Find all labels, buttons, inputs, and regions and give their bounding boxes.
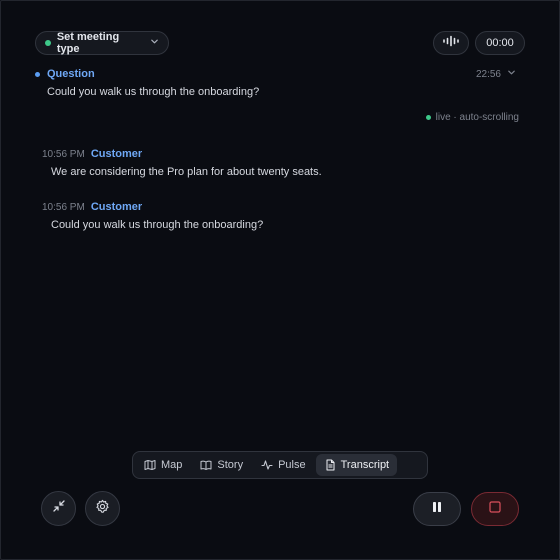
question-time: 22:56: [475, 68, 501, 80]
entry-speaker: Customer: [90, 148, 143, 160]
waveform-icon: [442, 34, 460, 52]
question-header: Question: [35, 68, 95, 80]
tab-label: Story: [217, 459, 244, 471]
gear-icon: [95, 499, 110, 519]
set-meeting-type-button[interactable]: Set meeting type: [35, 31, 169, 55]
pause-icon: [431, 500, 443, 518]
entry-time: 10:56 PM: [42, 149, 85, 160]
pause-button[interactable]: [413, 492, 461, 526]
tab-pulse[interactable]: Pulse: [253, 454, 314, 476]
collapse-button[interactable]: [41, 491, 76, 526]
entry-text: Could you walk us through the onboarding…: [51, 219, 264, 231]
live-dot: [425, 115, 431, 120]
chevron-down-icon: [150, 37, 159, 49]
settings-button[interactable]: [85, 491, 120, 526]
document-icon: [324, 459, 336, 471]
question-dot: [35, 71, 40, 77]
tab-label: Pulse: [278, 459, 306, 471]
collapse-icon: [52, 499, 66, 518]
map-icon: [144, 459, 156, 471]
entry-time: 10:56 PM: [42, 202, 85, 213]
transcript-entry: 10:56 PM Customer Could you walk us thro…: [42, 201, 263, 231]
status-dot: [45, 40, 51, 46]
chevron-down-icon: [507, 68, 516, 80]
audio-waveform-button[interactable]: [433, 31, 469, 55]
pulse-icon: [261, 459, 273, 471]
question-text: Could you walk us through the onboarding…: [47, 86, 260, 98]
meeting-type-label: Set meeting type: [56, 31, 120, 55]
live-status: live · auto-scrolling: [425, 112, 519, 123]
tab-label: Map: [161, 459, 183, 471]
meeting-timer: 00:00: [475, 31, 525, 55]
view-tabs: Map Story Pulse Transcript: [132, 451, 428, 479]
tab-story[interactable]: Story: [192, 454, 251, 476]
entry-text: We are considering the Pro plan for abou…: [51, 166, 322, 178]
tab-transcript[interactable]: Transcript: [315, 454, 398, 476]
book-icon: [200, 459, 212, 471]
timer-text: 00:00: [486, 37, 514, 49]
transcript-entry: 10:56 PM Customer We are considering the…: [42, 148, 322, 178]
stop-button[interactable]: [471, 492, 519, 526]
question-label: Question: [47, 68, 95, 80]
tab-map[interactable]: Map: [136, 454, 190, 476]
stop-icon: [489, 500, 501, 518]
question-time-toggle[interactable]: 22:56: [476, 68, 516, 80]
live-status-text: live · auto-scrolling: [435, 112, 519, 123]
tab-label: Transcript: [340, 459, 390, 471]
entry-speaker: Customer: [90, 201, 143, 213]
